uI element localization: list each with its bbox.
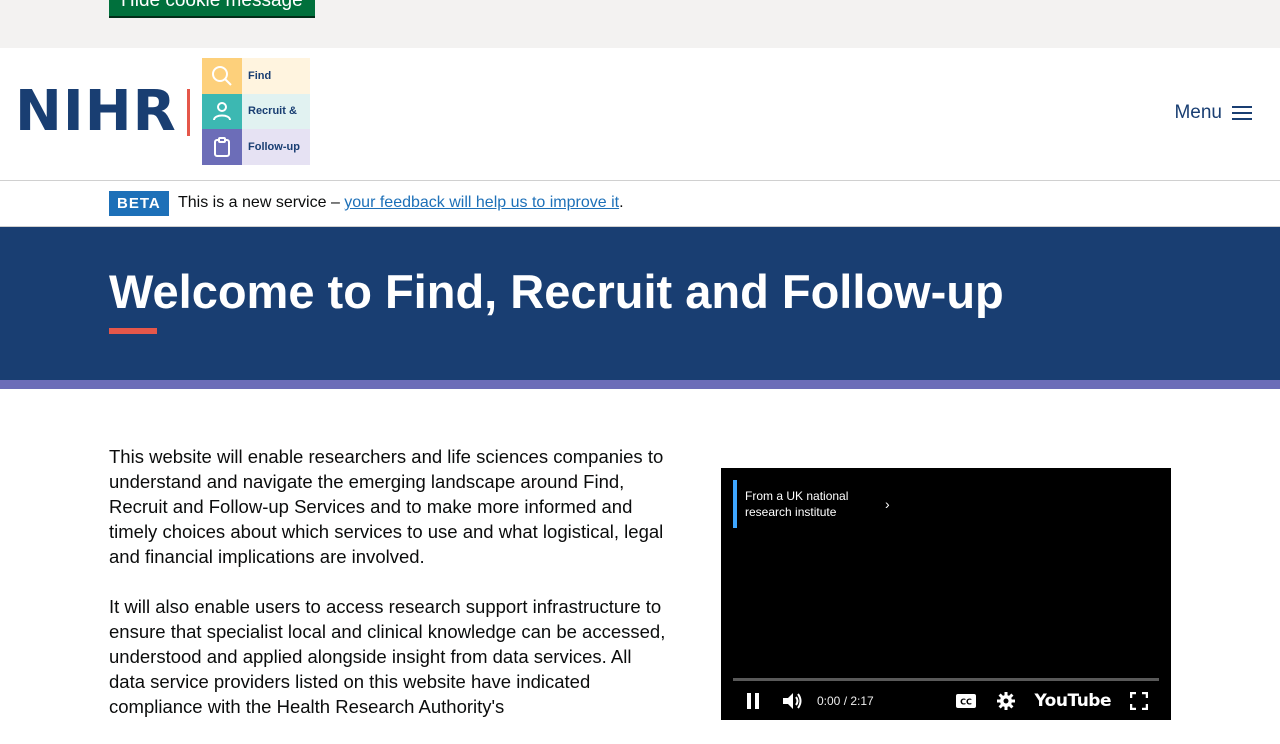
hamburger-icon (1232, 105, 1252, 121)
menu-label: Menu (1174, 102, 1222, 123)
frf-row-find: Find (202, 58, 310, 94)
hero-banner: Welcome to Find, Recruit and Follow-up (0, 227, 1280, 380)
site-header: NIHR Find Recruit & Follow-up Menu (0, 48, 1280, 181)
logo-divider (187, 89, 190, 136)
intro-paragraph: It will also enable users to access rese… (109, 596, 666, 717)
page-title: Welcome to Find, Recruit and Follow-up (109, 265, 1004, 318)
video-time: 0:00 / 2:17 (817, 694, 874, 708)
beta-text-before: This is a new service – (178, 194, 345, 211)
frf-label-followup: Follow-up (242, 129, 310, 165)
beta-tag: BETA (109, 191, 169, 216)
search-icon (202, 58, 242, 94)
chevron-right-icon: › (885, 496, 890, 512)
nihr-logo-text: NIHR (15, 79, 177, 144)
clipboard-icon (202, 129, 242, 165)
video-info-panel[interactable]: From a UK national research institute › (733, 480, 897, 528)
captions-icon[interactable]: CC (946, 686, 986, 716)
frf-label-find: Find (242, 58, 310, 94)
menu-button[interactable]: Menu (1174, 102, 1252, 124)
gear-icon[interactable] (986, 686, 1026, 716)
intro-content: This website will enable researchers and… (109, 444, 669, 744)
beta-text-after: . (619, 194, 624, 211)
youtube-logo[interactable]: YouTube (1026, 691, 1119, 711)
youtube-video-player[interactable]: From a UK national research institute › … (721, 468, 1171, 720)
frf-row-followup: Follow-up (202, 129, 310, 165)
frf-label-recruit: Recruit & (242, 93, 310, 130)
video-progress-bar[interactable] (733, 678, 1159, 681)
video-info-text: From a UK national research institute (745, 489, 849, 519)
title-accent-bar (109, 328, 157, 334)
pause-icon[interactable] (733, 686, 773, 716)
nihr-frf-logo[interactable]: NIHR Find Recruit & Follow-up (15, 58, 315, 165)
volume-icon[interactable] (773, 686, 813, 716)
feedback-link[interactable]: your feedback will help us to improve it (344, 194, 619, 211)
video-controls: 0:00 / 2:17 CC YouTube (733, 686, 1159, 716)
beta-banner: BETA This is a new service – your feedba… (0, 181, 1280, 227)
beta-message: This is a new service – your feedback wi… (178, 193, 624, 213)
hide-cookie-button[interactable]: Hide cookie message (109, 0, 315, 18)
person-icon (202, 93, 242, 130)
intro-paragraph: This website will enable researchers and… (109, 446, 664, 567)
frf-row-recruit: Recruit & (202, 93, 310, 130)
fullscreen-icon[interactable] (1119, 686, 1159, 716)
hero-stripe (0, 380, 1280, 389)
frf-logo-block: Find Recruit & Follow-up (202, 58, 310, 165)
cookie-banner: Hide cookie message (0, 0, 1280, 48)
svg-text:CC: CC (961, 698, 973, 707)
